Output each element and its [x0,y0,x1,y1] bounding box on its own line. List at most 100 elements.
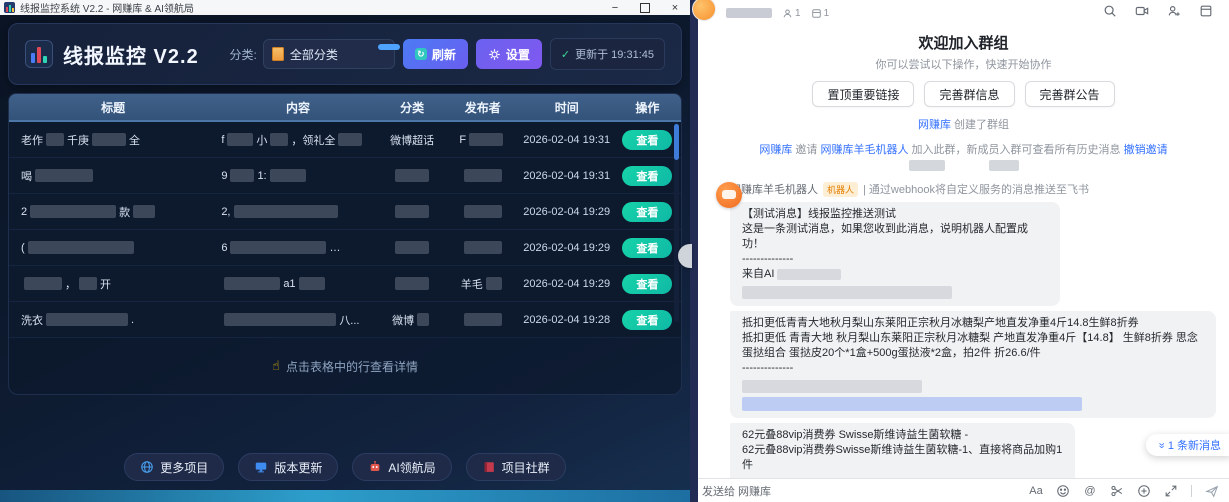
text-fragment: 2 [21,206,27,218]
bot-avatar[interactable] [716,182,742,208]
redacted-text [299,277,325,290]
message-bubble: 62元叠88vip消费券 Swisse斯维诗益生菌软糖 -62元叠88vip消费… [730,423,1075,478]
redacted-text [464,205,502,218]
refresh-label: 刷新 [432,46,456,63]
chat-header: 1 1 [698,0,1229,27]
settings-button[interactable]: 设置 [476,39,542,69]
publisher-cell [446,169,520,182]
text-fragment: 全 [129,132,140,148]
redacted-link[interactable] [742,397,1082,411]
font-style-icon[interactable]: Aa [1029,484,1043,498]
member-count-badge[interactable]: 1 [782,8,801,19]
table-row[interactable]: 洗衣.八...微博2026-02-04 19:28查看 [9,302,681,338]
redacted-text [227,133,253,146]
table-row[interactable]: ，开a1羊毛2026-02-04 19:29查看 [9,266,681,302]
composer-input[interactable]: 发送给 网赚库 [702,483,771,499]
column-header-2: 分类 [379,94,446,120]
add-member-icon[interactable] [1167,4,1181,18]
window-titlebar: 线报监控系统 V2.2 - 网赚库 & AI领航局 − × [0,0,690,15]
report-table: 标题内容分类发布者时间操作 老作千庚全f小，领礼全微博超话F2026-02-04… [8,93,682,338]
scrollbar-thumb[interactable] [674,124,679,160]
AI领航局-button[interactable]: AI领航局 [352,453,451,481]
title-cell: ( [9,241,217,254]
content-cell: a1 [217,277,378,290]
hint-text: 点击表格中的行查看详情 [286,358,418,375]
text-link[interactable]: 网赚库 [759,144,792,156]
redacted-text [224,277,280,290]
refresh-button[interactable]: ↻ 刷新 [403,39,468,69]
bot-name: 网赚库羊毛机器人 [730,181,818,197]
separate-window-icon[interactable] [1199,4,1213,18]
action-cell: 查看 [614,166,681,186]
text-link[interactable]: 网赚库羊毛机器人 [821,144,909,156]
项目社群-button[interactable]: 项目社群 [466,453,566,481]
attach-icon[interactable] [1137,484,1151,498]
redacted-text [270,133,288,146]
close-button[interactable]: × [660,0,690,15]
redacted-text [230,169,254,182]
emoji-icon[interactable] [1056,484,1070,498]
table-row[interactable]: 喝91:2026-02-04 19:31查看 [9,158,681,194]
welcome-action-button[interactable]: 完善群信息 [924,81,1014,107]
redacted-text [234,205,338,218]
category-cell: 微博超话 [379,132,446,148]
text-fragment: 款 [119,204,130,220]
maximize-button[interactable] [630,0,660,15]
publisher-cell [446,313,520,326]
mention-icon[interactable]: @ [1083,484,1097,498]
time-cell: 2026-02-04 19:29 [520,206,614,218]
last-updated-status: ✓ 更新于 19:31:45 [550,38,665,70]
search-icon[interactable] [1103,4,1117,18]
send-icon[interactable] [1205,484,1219,498]
redacted-text [35,169,93,182]
minimize-button[interactable]: − [600,0,630,15]
action-cell: 查看 [614,202,681,222]
text-link[interactable]: 撤销邀请 [1124,144,1168,156]
window-bottom-accent [0,490,690,502]
expand-icon[interactable] [1164,484,1178,498]
view-button[interactable]: 查看 [622,202,672,222]
view-button[interactable]: 查看 [622,166,672,186]
settings-label: 设置 [506,46,530,63]
new-messages-label: 1 条新消息 [1168,437,1221,453]
category-select[interactable]: 全部分类 [263,39,395,69]
refresh-icon: ↻ [415,48,427,60]
bot-description: | 通过webhook将自定义服务的消息推送至飞书 [863,181,1089,197]
action-cell: 查看 [614,274,681,294]
pin-count-badge[interactable]: 1 [811,8,830,19]
view-button[interactable]: 查看 [622,274,672,294]
category-cell [379,277,446,290]
hint-panel: ☝ 点击表格中的行查看详情 [8,338,682,395]
message-bubble: 【测试消息】线报监控推送测试这是一条测试消息，如果您收到此消息，说明机器人配置成… [730,202,1060,306]
版本更新-button[interactable]: 版本更新 [238,453,338,481]
screenshot-icon[interactable] [1110,484,1124,498]
video-call-icon[interactable] [1135,4,1149,18]
category-cell [379,169,446,182]
更多项目-button[interactable]: 更多项目 [124,453,224,481]
chat-pane: 1 1 欢迎加入群组 你可以尝试以下操作，快速开始协作 置顶重要链接完善群信息完… [698,0,1229,502]
redacted-text [742,286,952,299]
welcome-action-button[interactable]: 完善群公告 [1025,81,1115,107]
text-fragment: 喝 [21,168,32,184]
text-fragment: ，领礼全 [291,132,335,148]
message-line: 62元叠88vip消费券Swisse斯维诗益生菌软糖-1、直接将商品加购1件 [742,443,1063,473]
welcome-action-button[interactable]: 置顶重要链接 [812,81,914,107]
view-button[interactable]: 查看 [622,238,672,258]
table-row[interactable]: 2 款 2, 2026-02-04 19:29 查看 [9,194,681,230]
text-link[interactable]: 网赚库 [918,119,951,131]
table-row[interactable]: 老作千庚全f小，领礼全微博超话F2026-02-04 19:31查看 [9,122,681,158]
message-line: -------------- [742,361,1204,376]
category-cell [379,205,446,218]
group-avatar[interactable] [692,0,716,21]
view-button[interactable]: 查看 [622,130,672,150]
text-fragment: 加入此群，新成员入群可查看所有历史消息 [909,144,1124,156]
new-messages-pill[interactable]: » 1 条新消息 [1146,434,1229,456]
message-line: 抵扣更低 青青大地 秋月梨山东莱阳正宗秋月冰糖梨 产地直发净重4斤【14.8】 … [742,331,1204,361]
view-button[interactable]: 查看 [622,310,672,330]
welcome-title: 欢迎加入群组 [698,32,1229,53]
redacted-text [395,241,429,254]
content-cell: 2, [217,205,378,218]
time-cell: 2026-02-04 19:28 [520,314,614,326]
table-row[interactable]: (6…2026-02-04 19:29查看 [9,230,681,266]
footer-button-label: AI领航局 [388,459,435,476]
